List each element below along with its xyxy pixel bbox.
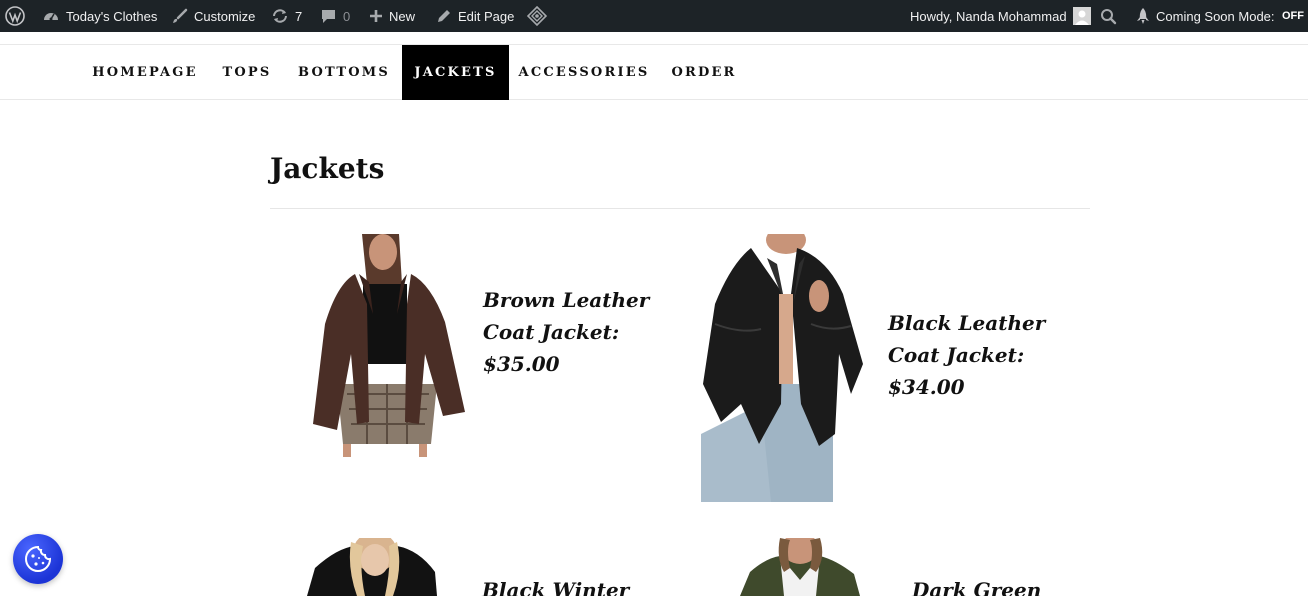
nav-item-jackets[interactable]: JACKETS — [402, 45, 509, 100]
main-navigation: HOMEPAGE TOPS BOTTOMS JACKETS ACCESSORIE… — [0, 44, 1308, 100]
dashboard-icon — [44, 13, 58, 21]
coming-soon-toggle[interactable]: Coming Soon Mode: — [1136, 0, 1275, 32]
site-name: Today's Clothes — [66, 8, 158, 24]
wordpress-logo-icon[interactable] — [5, 0, 25, 32]
nav-item-homepage[interactable]: HOMEPAGE — [92, 45, 198, 100]
comments-link[interactable]: 0 — [320, 0, 350, 32]
product-image-dark-green-jacket[interactable] — [740, 538, 860, 596]
avatar — [1072, 7, 1091, 25]
nav-item-accessories[interactable]: ACCESSORIES — [518, 45, 650, 100]
product-name-3[interactable]: Black Winter — [482, 574, 629, 596]
nav-item-order[interactable]: ORDER — [668, 45, 740, 100]
product-name-line: Dark Green — [912, 578, 1042, 596]
rocket-icon — [1137, 8, 1149, 24]
product-name-line: Coat Jacket: — [483, 320, 620, 344]
product-name-line: Coat Jacket: — [888, 343, 1025, 367]
product-image-black-winter-jacket[interactable] — [307, 538, 437, 596]
nav-item-tops[interactable]: TOPS — [218, 45, 276, 100]
comment-icon — [322, 9, 335, 23]
plus-icon — [370, 10, 382, 22]
plugin-diamond-icon[interactable] — [527, 0, 547, 32]
search-icon[interactable] — [1100, 0, 1117, 32]
product-price: $34.00 — [888, 375, 965, 399]
product-name-1[interactable]: Brown Leather Coat Jacket: $35.00 — [483, 284, 649, 380]
updates-icon — [273, 9, 287, 23]
new-content-link[interactable]: New — [369, 0, 415, 32]
product-name-line: Black Winter — [482, 578, 630, 596]
cookie-consent-button[interactable] — [13, 534, 63, 584]
pencil-icon — [438, 9, 450, 22]
edit-page-label: Edit Page — [458, 8, 515, 24]
product-image-brown-leather-jacket[interactable] — [307, 234, 467, 457]
customize-link[interactable]: Customize — [171, 0, 255, 32]
my-account-link[interactable]: Howdy, Nanda Mohammad — [910, 0, 1091, 32]
howdy-text: Howdy, Nanda Mohammad — [910, 8, 1067, 24]
product-price: $35.00 — [483, 352, 560, 376]
product-image-black-leather-jacket[interactable] — [701, 234, 866, 502]
coming-soon-label: Coming Soon Mode: — [1156, 8, 1275, 24]
page-title: Jackets — [270, 152, 385, 185]
admin-bar: Today's Clothes Customize 7 0 New Edit P… — [0, 0, 1308, 32]
cookie-icon — [25, 545, 52, 572]
new-label: New — [389, 8, 416, 24]
customize-label: Customize — [194, 8, 256, 24]
product-name-line: Brown Leather — [483, 288, 650, 312]
title-divider — [270, 208, 1090, 209]
product-name-2[interactable]: Black Leather Coat Jacket: $34.00 — [888, 307, 1045, 403]
nav-item-bottoms[interactable]: BOTTOMS — [296, 45, 392, 100]
site-name-link[interactable]: Today's Clothes — [42, 0, 157, 32]
paintbrush-icon — [173, 8, 188, 23]
updates-link[interactable]: 7 — [271, 0, 302, 32]
product-name-line: Black Leather — [888, 311, 1046, 335]
updates-count: 7 — [295, 8, 303, 24]
product-name-4[interactable]: Dark Green — [912, 574, 1041, 596]
comments-count: 0 — [343, 8, 351, 24]
edit-page-link[interactable]: Edit Page — [435, 0, 514, 32]
coming-soon-state[interactable]: OFF — [1282, 0, 1304, 32]
